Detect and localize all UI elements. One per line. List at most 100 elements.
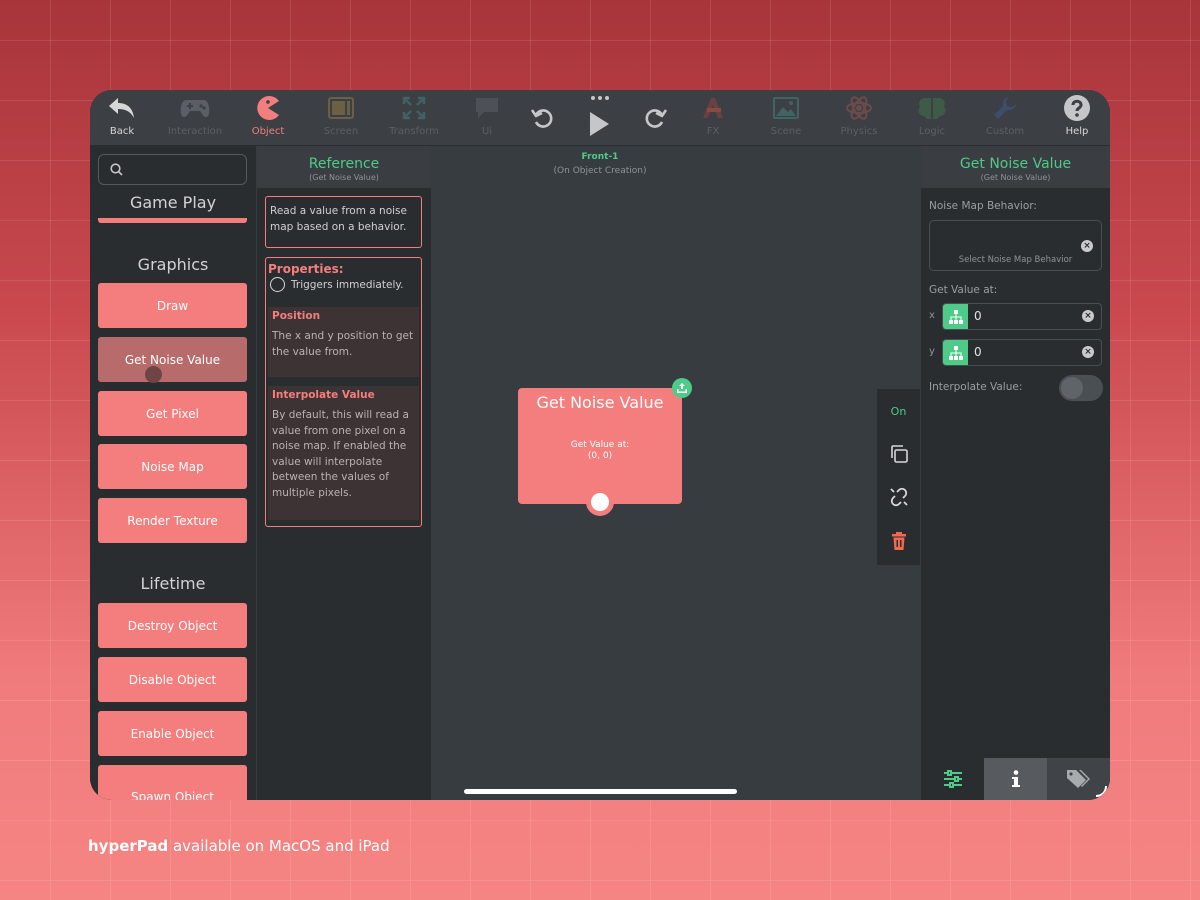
corner-curve-icon (1095, 785, 1107, 797)
reference-header: Reference (Get Noise Value) (257, 146, 431, 188)
hierarchy-icon[interactable] (943, 304, 968, 329)
interpolate-value-label: Interpolate Value: (929, 381, 1023, 393)
toolbar-transform-button[interactable]: Transform (382, 90, 446, 146)
property-position: Position The x and y position to get the… (268, 307, 419, 377)
toolbar-physics-button[interactable]: Physics (827, 90, 891, 146)
back-arrow-icon (108, 90, 136, 126)
help-question-icon (1063, 90, 1091, 126)
canvas-subtitle: (On Object Creation) (553, 166, 647, 176)
toolbar-help-button[interactable]: Help (1045, 90, 1109, 146)
undo-icon (530, 109, 553, 128)
section-title-lifetime: Lifetime (140, 574, 206, 593)
tab-properties[interactable] (921, 758, 984, 800)
section-title-game-play: Game Play (129, 193, 217, 212)
footer-caption: hyperPad available on MacOS and iPad (88, 837, 390, 855)
tags-icon (1066, 770, 1090, 788)
toggle-knob (1061, 377, 1083, 399)
scene-picture-icon (773, 90, 799, 126)
section-title-graphics: Graphics (137, 255, 209, 274)
clear-icon[interactable]: × (1082, 310, 1094, 322)
toolbar-screen-button[interactable]: Screen (309, 90, 373, 146)
x-value: 0 (974, 309, 982, 323)
footer-text: available on MacOS and iPad (168, 837, 390, 855)
canvas-title: Front-1 (581, 152, 619, 162)
property-name: Interpolate Value (272, 389, 375, 401)
interpolate-toggle[interactable] (1059, 375, 1103, 401)
clear-icon[interactable]: × (1081, 240, 1093, 252)
reference-subtitle: (Get Noise Value) (309, 173, 379, 182)
toolbar-back-button[interactable]: Back (90, 90, 154, 146)
property-name: Position (272, 310, 321, 322)
unlink-icon[interactable] (888, 486, 910, 508)
inspector-subtitle: (Get Noise Value) (980, 173, 1051, 182)
toolbar: Back Interaction Object Screen Transform (90, 90, 1110, 146)
y-value: 0 (974, 345, 982, 359)
undo-button[interactable] (528, 90, 558, 146)
tab-tags[interactable] (1047, 758, 1110, 800)
info-icon (1011, 770, 1020, 787)
play-icon (590, 112, 609, 136)
toolbar-ui-button[interactable]: Ui (455, 90, 519, 146)
node-toggle-on-button[interactable]: On (877, 405, 920, 418)
sidebar-item-get-pixel[interactable]: Get Pixel (98, 391, 247, 436)
properties-title: Properties: (268, 262, 344, 276)
logic-canvas[interactable]: Front-1 (On Object Creation) Get Noise V… (432, 146, 920, 800)
node-line-2: (0, 0) (587, 451, 613, 461)
play-button[interactable] (584, 90, 614, 146)
node-context-menu: On (877, 389, 920, 565)
inspector-panel: Get Noise Value (Get Noise Value) Noise … (921, 146, 1110, 800)
noise-map-behavior-placeholder: Select Noise Map Behavior (958, 255, 1073, 265)
property-description: By default, this will read a value from … (272, 409, 409, 499)
reference-title: Reference (308, 156, 380, 172)
inspector-title: Get Noise Value (959, 156, 1072, 172)
toolbar-logic-button[interactable]: Logic (900, 90, 964, 146)
sidebar-item-render-texture[interactable]: Render Texture (98, 498, 247, 543)
redo-icon (645, 109, 668, 128)
toolbar-object-button[interactable]: Object (236, 90, 300, 146)
trash-icon[interactable] (888, 530, 910, 552)
pacman-icon (255, 90, 281, 126)
property-interpolate-value: Interpolate Value By default, this will … (268, 386, 419, 520)
screen-icon (328, 90, 354, 126)
trigger-circle-icon (270, 277, 285, 292)
y-value-row: y 0 × (929, 339, 1102, 366)
noise-map-behavior-select[interactable]: × Select Noise Map Behavior (929, 220, 1102, 271)
toolbar-scene-button[interactable]: Scene (754, 90, 818, 146)
sidebar-item-get-noise-value[interactable]: Get Noise Value (98, 337, 247, 382)
toolbar-custom-button[interactable]: Custom (973, 90, 1037, 146)
behaviour-node[interactable]: Get Noise Value Get Value at: (0, 0) (518, 378, 692, 516)
speech-bubble-icon (474, 90, 500, 126)
tab-info[interactable] (984, 758, 1047, 800)
toolbar-interaction-button[interactable]: Interaction (163, 90, 227, 146)
reference-panel: Reference (Get Noise Value) Read a value… (257, 146, 431, 800)
hierarchy-icon[interactable] (943, 340, 968, 365)
sidebar-item-destroy-object[interactable]: Destroy Object (98, 603, 247, 648)
game-play-item-partial[interactable] (98, 218, 247, 223)
sidebar-item-enable-object[interactable]: Enable Object (98, 711, 247, 756)
node-input-port[interactable] (586, 488, 614, 516)
search-input[interactable] (98, 154, 247, 185)
node-line-1: Get Value at: (570, 440, 630, 450)
node-output-icon[interactable] (672, 378, 692, 398)
get-value-label: Get Value at: (929, 284, 998, 296)
atom-icon (845, 90, 873, 126)
duplicate-icon[interactable] (888, 443, 910, 465)
fx-icon (699, 90, 727, 126)
redo-button[interactable] (640, 90, 670, 146)
transform-arrows-icon (402, 90, 426, 126)
sidebar-item-disable-object[interactable]: Disable Object (98, 657, 247, 702)
brain-icon (917, 90, 947, 126)
reference-description: Read a value from a noise map based on a… (265, 196, 422, 248)
x-value-field[interactable]: 0 × (942, 303, 1102, 330)
toolbar-fx-button[interactable]: FX (681, 90, 745, 146)
sidebar-item-noise-map[interactable]: Noise Map (98, 444, 247, 489)
sidebar-item-spawn-object[interactable]: Spawn Object (98, 765, 247, 800)
inspector-tabs (921, 758, 1110, 800)
trigger-text: Triggers immediately. (291, 278, 404, 291)
sidebar-item-draw[interactable]: Draw (98, 283, 247, 328)
y-value-field[interactable]: 0 × (942, 339, 1102, 366)
app-window: Back Interaction Object Screen Transform (90, 90, 1110, 800)
x-value-row: x 0 × (929, 303, 1102, 330)
clear-icon[interactable]: × (1082, 346, 1094, 358)
wrench-icon (992, 90, 1018, 126)
